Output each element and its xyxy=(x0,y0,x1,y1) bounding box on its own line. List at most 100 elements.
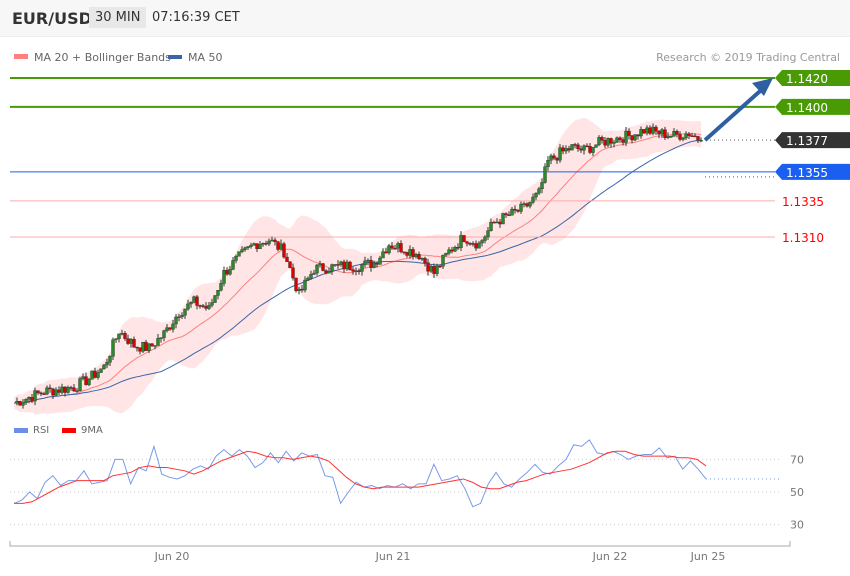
candle xyxy=(219,283,223,291)
x-label-jun21: Jun 21 xyxy=(375,550,411,563)
candle xyxy=(489,221,493,231)
candle xyxy=(75,390,79,392)
candle xyxy=(192,296,196,303)
candle xyxy=(18,401,22,406)
candle xyxy=(582,145,586,151)
candle xyxy=(72,387,76,392)
candle xyxy=(108,356,112,363)
candle xyxy=(78,378,82,391)
candle xyxy=(657,130,661,135)
candle xyxy=(540,182,544,190)
candle xyxy=(246,246,250,249)
candle xyxy=(519,203,523,212)
candle xyxy=(684,133,688,139)
candle xyxy=(372,262,376,268)
candle xyxy=(693,135,697,138)
candle xyxy=(144,341,148,351)
x-label-jun22: Jun 22 xyxy=(592,550,628,563)
candle xyxy=(102,364,106,369)
candle xyxy=(294,277,298,292)
candle xyxy=(675,131,679,135)
candle xyxy=(441,254,445,267)
candle xyxy=(138,347,142,352)
candle xyxy=(444,253,448,256)
candle xyxy=(645,127,649,134)
candle xyxy=(504,213,508,216)
candle xyxy=(459,235,463,248)
candle xyxy=(570,144,574,151)
rsi-tick-label: 50 xyxy=(790,486,804,499)
candle xyxy=(288,261,292,268)
candle xyxy=(105,362,109,366)
candle xyxy=(42,393,46,395)
candle xyxy=(159,337,163,339)
candle xyxy=(648,127,652,134)
candle xyxy=(87,379,91,385)
candle xyxy=(150,343,154,346)
candle xyxy=(228,269,232,275)
ma50-legend-swatch xyxy=(168,55,182,59)
rsi-legend-label: RSI xyxy=(33,425,49,436)
candle xyxy=(567,148,571,151)
candle xyxy=(270,239,274,242)
candle xyxy=(312,272,316,275)
forecast-arrow xyxy=(703,82,770,142)
candle xyxy=(210,302,214,306)
candle xyxy=(135,346,139,349)
candle xyxy=(390,245,394,249)
candle xyxy=(153,345,157,347)
candle xyxy=(321,263,325,271)
candle xyxy=(141,341,145,352)
candle xyxy=(669,135,673,138)
candle xyxy=(186,303,190,310)
candle xyxy=(525,203,529,207)
candle xyxy=(258,244,262,250)
candle xyxy=(255,243,259,250)
candle xyxy=(147,343,151,351)
candle xyxy=(273,239,277,242)
candle xyxy=(672,131,676,137)
candle xyxy=(411,249,415,257)
candle xyxy=(33,390,37,402)
candle xyxy=(609,138,613,144)
candle xyxy=(93,370,97,378)
support-label: 1.1335 xyxy=(782,195,824,209)
candle xyxy=(687,133,691,136)
rsi-line xyxy=(13,439,707,508)
candle xyxy=(129,339,133,344)
candle xyxy=(552,155,556,159)
candle xyxy=(471,243,475,245)
candle xyxy=(117,333,121,339)
candle xyxy=(387,245,391,254)
candle xyxy=(198,305,202,307)
ma9-legend-swatch xyxy=(62,428,76,433)
candle xyxy=(99,368,103,373)
candle xyxy=(537,188,541,194)
candle xyxy=(27,397,31,400)
candle xyxy=(96,372,100,378)
candle xyxy=(345,261,349,270)
candle xyxy=(483,236,487,241)
candle xyxy=(360,264,364,272)
candle xyxy=(348,261,352,270)
candle xyxy=(363,260,367,266)
rsi-legend-swatch xyxy=(14,428,28,433)
candle xyxy=(174,316,178,325)
candle xyxy=(351,269,355,272)
candle xyxy=(642,129,646,134)
rsi-tick-label: 30 xyxy=(790,519,804,532)
support-label: 1.1310 xyxy=(782,231,824,245)
candle xyxy=(57,389,61,393)
candle xyxy=(327,271,331,274)
candle xyxy=(654,126,658,132)
candle xyxy=(303,279,307,291)
candle xyxy=(309,274,313,279)
candle xyxy=(297,288,301,292)
candle xyxy=(279,243,283,250)
candle xyxy=(183,308,187,316)
candle xyxy=(291,267,295,279)
candle xyxy=(393,247,397,250)
candle xyxy=(207,305,211,309)
candle xyxy=(585,145,589,148)
candle xyxy=(114,338,118,340)
